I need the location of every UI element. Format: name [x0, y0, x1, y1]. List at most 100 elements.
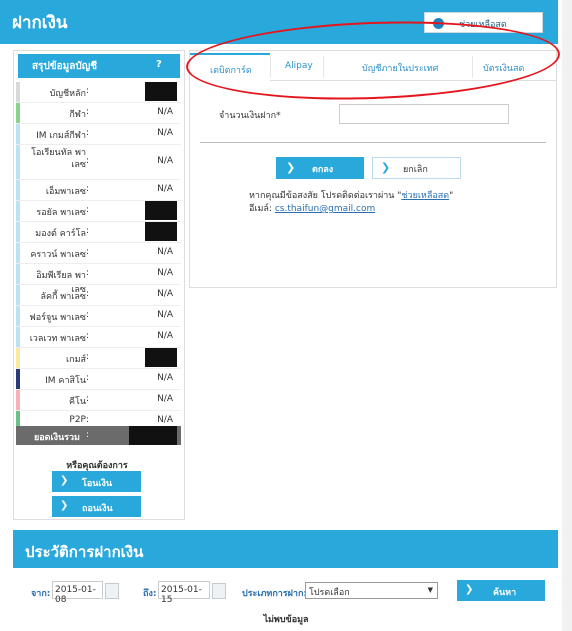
- history-header: ประวัติการฝากเงิน: [13, 530, 558, 568]
- row-name: คีโน: [68, 397, 86, 407]
- alternative-question: หรือคุณต้องการ: [66, 461, 128, 471]
- row-color-strip: [16, 82, 20, 102]
- row-color-strip: [16, 124, 20, 144]
- chevron-right-icon: ❯: [381, 161, 391, 174]
- row-value: N/A: [157, 247, 173, 257]
- row-value: N/A: [157, 373, 173, 383]
- from-date-input[interactable]: 2015-01-08: [52, 581, 103, 605]
- account-summary-title: สรุปข้อมูลบัญชี: [32, 61, 98, 72]
- row-value: N/A: [157, 107, 173, 117]
- row-name: เอ็มพาเลซ: [45, 187, 86, 197]
- row-name: รอยัล พาเลซ: [36, 208, 86, 218]
- row-value: N/A: [157, 331, 173, 341]
- deposit-type-select[interactable]: โปรดเลือก ▼: [305, 582, 438, 599]
- email-link[interactable]: cs.thaifun@gmail.com: [275, 204, 375, 214]
- email-label: อีเมล์:: [249, 204, 275, 214]
- row-name: ฟอร์จูน พาเลซ: [29, 313, 86, 323]
- row-value: N/A: [157, 128, 173, 138]
- row-colon: :: [86, 205, 90, 215]
- account-row: เอ็มพาเลซ: N/A: [16, 180, 181, 200]
- confirm-button[interactable]: ❯ ตกลง: [276, 157, 364, 179]
- help-icon[interactable]: ?: [156, 59, 162, 70]
- account-row: คราวน์ พาเลซ: N/A: [16, 243, 181, 263]
- masked-value: [145, 82, 177, 101]
- row-colon: :: [86, 394, 90, 404]
- row-color-strip: [16, 222, 20, 242]
- search-button[interactable]: ❯ ค้นหา: [457, 580, 545, 601]
- row-value: N/A: [157, 415, 173, 425]
- account-row: รอยัล พาเลซ:: [16, 201, 181, 221]
- masked-value: [145, 222, 177, 241]
- masked-value: [145, 348, 177, 367]
- account-row: IM เกมส์กีฬา: N/A: [16, 124, 181, 144]
- row-color-strip: [16, 264, 20, 284]
- row-name: ลัคกี้ พาเลซ: [40, 292, 86, 302]
- row-colon: :: [86, 184, 90, 194]
- row-colon: :: [86, 107, 90, 117]
- row-color-strip: [16, 285, 20, 305]
- row-colon: :: [86, 430, 90, 440]
- withdraw-button[interactable]: ❯ ถอนเงิน: [52, 496, 141, 517]
- row-value: N/A: [157, 289, 173, 299]
- row-value: N/A: [157, 310, 173, 320]
- row-colon: :: [86, 352, 90, 362]
- cancel-button[interactable]: ❯ ยกเลิก: [372, 157, 461, 179]
- transfer-label: โอนเงิน: [82, 479, 113, 489]
- row-value: N/A: [157, 156, 173, 166]
- account-row: IM คาสิโน: N/A: [16, 369, 181, 389]
- account-row: คีโน: N/A: [16, 390, 181, 410]
- from-label: จาก:: [31, 589, 51, 599]
- row-colon: :: [86, 86, 90, 96]
- total-balance-label: ยอดเงินรวม: [34, 433, 80, 443]
- row-color-strip: [16, 348, 20, 368]
- row-name: เกมส์: [66, 355, 86, 365]
- amount-label: จำนวนเงินฝาก*: [219, 111, 281, 121]
- calendar-icon[interactable]: [212, 583, 226, 599]
- dropdown-arrow-icon: ▼: [427, 586, 433, 594]
- row-value: N/A: [157, 184, 173, 194]
- row-color-strip: [16, 369, 20, 389]
- account-row: บัญชีหลัก:: [16, 82, 181, 102]
- account-summary-header: สรุปข้อมูลบัญชี ?: [18, 54, 180, 78]
- row-name: บัญชีหลัก: [49, 89, 86, 99]
- withdraw-label: ถอนเงิน: [82, 504, 113, 514]
- row-name: IM คาสิโน: [45, 376, 86, 386]
- row-color-strip: [16, 306, 20, 326]
- row-colon: :: [86, 373, 90, 383]
- row-color-strip: [16, 243, 20, 263]
- account-row: อิมพีเรียล พาเลซ: N/A: [16, 264, 181, 295]
- row-color-strip: [16, 145, 20, 179]
- page-scrollbar[interactable]: [562, 0, 572, 631]
- contact-suffix: ": [449, 191, 454, 201]
- total-balance-row: ยอดเงินรวม :: [16, 426, 181, 445]
- to-date-input[interactable]: 2015-01-15: [158, 581, 210, 605]
- account-row: กีฬา: N/A: [16, 103, 181, 123]
- row-color-strip: [16, 390, 20, 410]
- row-colon: :: [86, 310, 90, 320]
- chevron-right-icon: ❯: [286, 161, 296, 174]
- transfer-button[interactable]: ❯ โอนเงิน: [52, 471, 141, 492]
- row-name: เวลเวท พาเลซ: [29, 334, 86, 344]
- row-value: N/A: [157, 268, 173, 278]
- history-title: ประวัติการฝากเงิน: [25, 543, 144, 561]
- account-row: ลัคกี้ พาเลซ: N/A: [16, 285, 181, 305]
- deposit-type-value: โปรดเลือก: [309, 588, 350, 598]
- row-name: คราวน์ พาเลซ: [30, 250, 86, 260]
- row-colon: :: [86, 289, 90, 299]
- row-colon: :: [86, 415, 90, 425]
- account-row: เวลเวท พาเลซ: N/A: [16, 327, 181, 347]
- account-row: มองต์ คาร์โล:: [16, 222, 181, 242]
- chevron-right-icon: ❯: [465, 584, 474, 595]
- amount-input[interactable]: [339, 104, 509, 124]
- account-row: โอเรียนทัล พาเลซ: N/A: [16, 145, 181, 179]
- row-colon: :: [86, 156, 90, 166]
- form-divider: [200, 142, 546, 143]
- contact-line: หากคุณมีข้อสงสัย โปรดติดต่อเราผ่าน "ช่วย…: [249, 190, 453, 203]
- row-name: มองต์ คาร์โล: [35, 229, 86, 239]
- calendar-icon[interactable]: [105, 583, 119, 599]
- live-help-link[interactable]: ช่วยเหลือสด: [401, 191, 449, 201]
- deposit-type-label: ประเภทการฝาก:: [242, 589, 308, 599]
- row-colon: :: [86, 331, 90, 341]
- row-color-strip: [16, 201, 20, 221]
- account-row: ฟอร์จูน พาเลซ: N/A: [16, 306, 181, 326]
